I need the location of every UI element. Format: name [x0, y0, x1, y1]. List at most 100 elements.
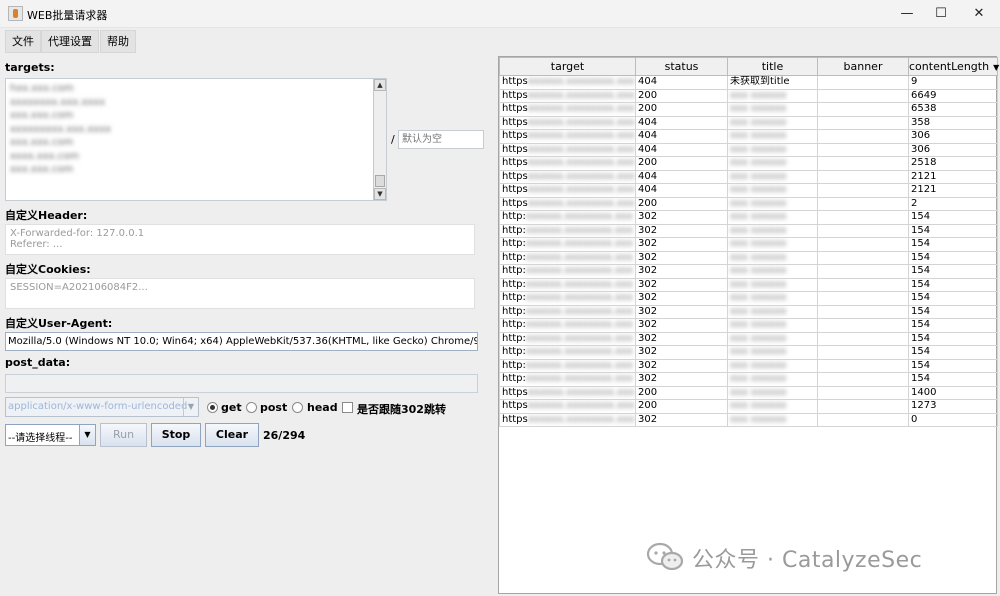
table-row[interactable]: httpsxxxxxx.xxxxxxxx.xxx 200 xxx xxxxxx 127…: [499, 399, 998, 414]
column-header-title[interactable]: title: [727, 57, 818, 76]
cell-banner: [817, 372, 909, 387]
path-suffix-input[interactable]: [398, 130, 484, 149]
cell-banner: [817, 345, 909, 360]
table-row[interactable]: http:xxxxxx.xxxxxxxx.xxx 302 xxx xxxxxx 154: [499, 345, 998, 360]
stop-button[interactable]: Stop: [151, 423, 201, 447]
menu-help[interactable]: 帮助: [100, 30, 136, 53]
cell-contentlength: 154: [908, 291, 998, 306]
redacted-title: xxx xxxxxx: [730, 184, 787, 196]
table-row[interactable]: http:xxxxxx.xxxxxxxx.xxx 302 xxx xxxxxx 154: [499, 318, 998, 333]
radio-get[interactable]: [207, 402, 218, 413]
redacted-host: xxxxxx.xxxxxxxx.xxx: [525, 359, 633, 371]
header-textarea[interactable]: X-Forwarded-for: 127.0.0.1 Referer: ...: [5, 224, 475, 255]
table-row[interactable]: http:xxxxxx.xxxxxxxx.xxx 302 xxx xxxxxx 154: [499, 304, 998, 319]
cell-status: 302: [635, 210, 728, 225]
table-row[interactable]: http:xxxxxx.xxxxxxxx.xxx 302 xxx xxxxxx 154: [499, 264, 998, 279]
table-row[interactable]: httpsxxxxxx.xxxxxxxx.xxx 404 xxx xxxxxx 212…: [499, 183, 998, 198]
table-row[interactable]: httpsxxxxxx.xxxxxxxx.xxx 404 xxx xxxxxx 358: [499, 115, 998, 130]
table-row[interactable]: httpsxxxxxx.xxxxxxxx.xxx 404 未获取到title 9: [499, 75, 998, 90]
close-button[interactable]: ✕: [956, 0, 1000, 28]
redacted-host: xxxxxx.xxxxxxxx.xxx: [525, 238, 633, 250]
chevron-down-icon[interactable]: ▼: [183, 398, 198, 416]
cell-target: http:xxxxxx.xxxxxxxx.xxx: [499, 210, 636, 225]
cell-banner: [817, 399, 909, 414]
cell-banner: [817, 102, 909, 117]
menu-proxy-settings[interactable]: 代理设置: [41, 30, 99, 53]
cell-contentlength-text: 2121: [911, 170, 937, 182]
column-header-status[interactable]: status: [635, 57, 728, 76]
cell-status-text: 302: [638, 211, 658, 223]
thread-select-value: --请选择线程--: [8, 433, 73, 444]
table-row[interactable]: httpsxxxxxx.xxxxxxxx.xxx 302 xxx xxxxxx 0: [499, 412, 998, 427]
table-row[interactable]: httpsxxxxxx.xxxxxxxx.xxx 200 xxx xxxxxx 653…: [499, 102, 998, 117]
redacted-title: xxx xxxxxx: [730, 265, 787, 277]
user-agent-value: Mozilla/5.0 (Windows NT 10.0; Win64; x64…: [8, 336, 478, 347]
cell-banner: [817, 331, 909, 346]
targets-scrollbar[interactable]: ▲ ▼: [373, 79, 386, 200]
scroll-thumb[interactable]: [375, 175, 385, 187]
content-type-select[interactable]: application/x-www-form-urlencoded ▼: [5, 397, 199, 417]
cell-title: xxx xxxxxx: [727, 250, 818, 265]
target-line: xxxxxxxxx.xxx.xxxx: [10, 123, 112, 135]
scroll-up-icon[interactable]: ▲: [374, 79, 386, 91]
table-row[interactable]: http:xxxxxx.xxxxxxxx.xxx 302 xxx xxxxxx 154: [499, 210, 998, 225]
post-data-label: post_data:: [5, 356, 71, 369]
redacted-title: xxx xxxxxx: [730, 103, 787, 115]
cell-title: xxx xxxxxx: [727, 291, 818, 306]
table-row[interactable]: http:xxxxxx.xxxxxxxx.xxx 302 xxx xxxxxx 154: [499, 358, 998, 373]
results-table[interactable]: target status title banner contentLength…: [498, 56, 999, 594]
table-row[interactable]: http:xxxxxx.xxxxxxxx.xxx 302 xxx xxxxxx 154: [499, 250, 998, 265]
table-row[interactable]: http:xxxxxx.xxxxxxxx.xxx 302 xxx xxxxxx 154: [499, 277, 998, 292]
post-data-input[interactable]: [5, 374, 478, 393]
cell-title: xxx xxxxxx: [727, 264, 818, 279]
cell-title: xxx xxxxxx: [727, 223, 818, 238]
cell-banner: [817, 318, 909, 333]
cell-contentlength-text: 154: [911, 305, 931, 317]
cell-status: 302: [635, 358, 728, 373]
cell-status: 200: [635, 385, 728, 400]
targets-textarea[interactable]: hxx.xxx.com xxxxxxxx.xxx.xxxx xxx.xxx.com x…: [5, 78, 387, 201]
table-row[interactable]: httpsxxxxxx.xxxxxxxx.xxx 200 xxx xxxxxx 664…: [499, 88, 998, 103]
cookies-textarea[interactable]: SESSION=A202106084F2...: [5, 278, 475, 309]
thread-select[interactable]: --请选择线程-- ▼: [5, 424, 96, 446]
column-header-banner[interactable]: banner: [817, 57, 909, 76]
cell-status-text: 404: [638, 170, 658, 182]
column-header-contentlength[interactable]: contentLength ▼: [908, 57, 999, 76]
column-header-target[interactable]: target: [499, 57, 636, 76]
table-row[interactable]: httpsxxxxxx.xxxxxxxx.xxx 200 xxx xxxxxx 251…: [499, 156, 998, 171]
cell-status-text: 302: [638, 359, 658, 371]
cell-status-text: 302: [638, 332, 658, 344]
redacted-host: xxxxxx.xxxxxxxx.xxx: [527, 103, 635, 115]
table-row[interactable]: http:xxxxxx.xxxxxxxx.xxx 302 xxx xxxxxx 154: [499, 372, 998, 387]
table-row[interactable]: httpsxxxxxx.xxxxxxxx.xxx 404 xxx xxxxxx 306: [499, 129, 998, 144]
follow-redirect-checkbox[interactable]: [342, 402, 353, 413]
table-row[interactable]: httpsxxxxxx.xxxxxxxx.xxx 200 xxx xxxxxx 140…: [499, 385, 998, 400]
table-row[interactable]: http:xxxxxx.xxxxxxxx.xxx 302 xxx xxxxxx 154: [499, 291, 998, 306]
table-row[interactable]: http:xxxxxx.xxxxxxxx.xxx 302 xxx xxxxxx 154: [499, 331, 998, 346]
cell-target: http:xxxxxx.xxxxxxxx.xxx: [499, 264, 636, 279]
run-button[interactable]: Run: [100, 423, 147, 447]
cell-contentlength: 2518: [908, 156, 998, 171]
cell-status: 200: [635, 156, 728, 171]
table-row[interactable]: http:xxxxxx.xxxxxxxx.xxx 302 xxx xxxxxx 154: [499, 223, 998, 238]
table-row[interactable]: http:xxxxxx.xxxxxxxx.xxx 302 xxx xxxxxx 154: [499, 237, 998, 252]
table-row[interactable]: httpsxxxxxx.xxxxxxxx.xxx 404 xxx xxxxxx 212…: [499, 169, 998, 184]
radio-head[interactable]: [292, 402, 303, 413]
column-header-title-text: title: [761, 60, 784, 73]
redacted-host: xxxxxx.xxxxxxxx.xxx: [525, 292, 633, 304]
table-row[interactable]: httpsxxxxxx.xxxxxxxx.xxx 200 xxx xxxxxx 2: [499, 196, 998, 211]
redacted-host: xxxxxx.xxxxxxxx.xxx: [527, 89, 635, 101]
cell-target: http:xxxxxx.xxxxxxxx.xxx: [499, 318, 636, 333]
menu-file[interactable]: 文件: [5, 30, 41, 53]
clear-button[interactable]: Clear: [205, 423, 259, 447]
redacted-title: xxx xxxxxx: [730, 305, 787, 317]
cell-status-text: 200: [638, 103, 658, 115]
window-title: WEB批量请求器: [27, 9, 108, 22]
scroll-down-icon[interactable]: ▼: [374, 188, 386, 200]
radio-post[interactable]: [246, 402, 257, 413]
chevron-down-icon[interactable]: ▼: [79, 425, 95, 445]
table-row[interactable]: httpsxxxxxx.xxxxxxxx.xxx 404 xxx xxxxxx 306: [499, 142, 998, 157]
path-slash: /: [391, 133, 395, 146]
cell-status: 404: [635, 142, 728, 157]
user-agent-input[interactable]: Mozilla/5.0 (Windows NT 10.0; Win64; x64…: [5, 332, 478, 351]
